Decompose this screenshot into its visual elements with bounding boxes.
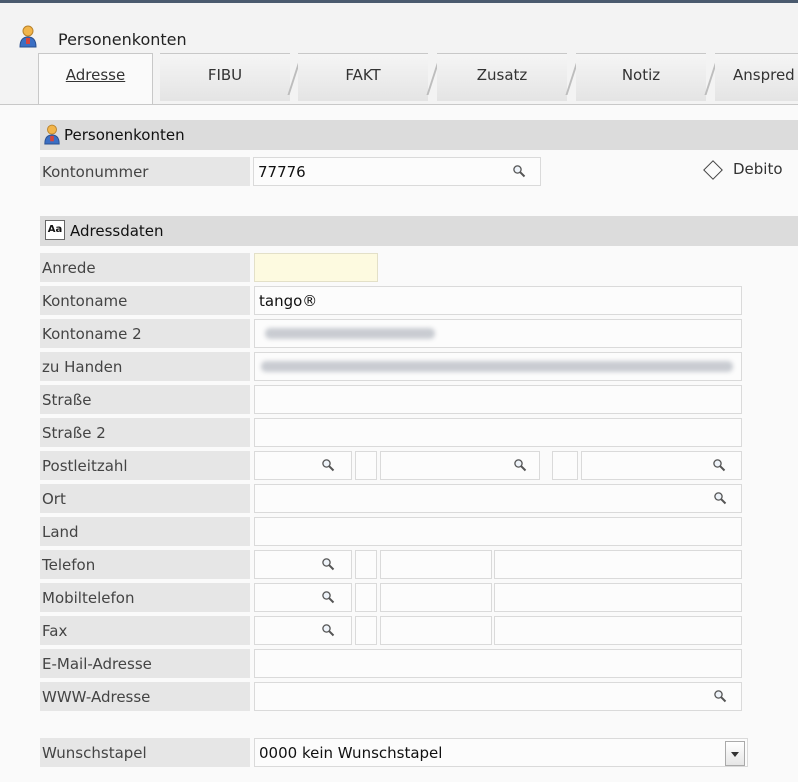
label-wunschstapel: Wunschstapel [40,738,250,767]
label-email: E-Mail-Adresse [40,649,250,678]
postleitzahl-field[interactable] [254,451,352,480]
label-telefon: Telefon [40,550,250,579]
tab-ansprechpartner[interactable]: Anspred [715,53,798,101]
search-icon[interactable] [713,689,727,703]
tab-zusatz[interactable]: Zusatz [437,53,567,101]
search-icon[interactable] [713,491,727,505]
ort-field[interactable] [254,484,742,513]
postleitzahl-field-3[interactable] [581,451,742,480]
telefon-number-field[interactable] [494,550,742,579]
fax-number-field[interactable] [494,616,742,645]
label-kontoname-2: Kontoname 2 [40,319,250,348]
dropdown-button[interactable] [725,741,745,766]
tab-notiz[interactable]: Notiz [576,53,706,101]
label-strasse: Straße [40,385,250,414]
section-header-adressdaten: Aa Adressdaten [40,216,798,246]
title-bar: Personenkonten [0,3,798,49]
telefon-country-field[interactable] [254,550,352,579]
tab-adresse[interactable]: Adresse [38,53,153,105]
diamond-icon[interactable] [703,160,723,180]
anrede-field[interactable] [254,253,378,282]
postleitzahl-extra-field-2[interactable] [552,451,578,480]
mobiltelefon-area-field[interactable] [380,583,492,612]
search-icon[interactable] [321,458,335,472]
strasse-2-field[interactable] [254,418,742,447]
label-zu-handen: zu Handen [40,352,250,381]
telefon-area-field[interactable] [380,550,492,579]
search-icon[interactable] [712,458,726,472]
www-field[interactable] [254,682,742,711]
tab-fibu[interactable]: FIBU [160,53,290,101]
mobiltelefon-country-field[interactable] [254,583,352,612]
fax-country-field[interactable] [254,616,352,645]
person-icon [18,25,38,49]
search-icon[interactable] [321,557,335,571]
email-field[interactable] [254,649,742,678]
kontoname-field[interactable]: tango® [254,286,742,315]
mobiltelefon-number-field[interactable] [494,583,742,612]
strasse-field[interactable] [254,385,742,414]
label-land: Land [40,517,250,546]
label-strasse-2: Straße 2 [40,418,250,447]
redacted-text [261,361,733,372]
text-icon: Aa [45,220,65,240]
wunschstapel-select[interactable]: 0000 kein Wunschstapel [254,738,748,767]
window-title: Personenkonten [58,30,187,49]
label-fax: Fax [40,616,250,645]
tab-fakt[interactable]: FAKT [298,53,428,101]
search-icon[interactable] [321,623,335,637]
section-header-personenkonten: Personenkonten [40,120,798,150]
zu-handen-field[interactable] [254,352,742,381]
label-anrede: Anrede [40,253,250,282]
label-kontoname: Kontoname [40,286,250,315]
tab-bar: Adresse FIBU FAKT Zusatz Notiz Anspred [0,53,798,105]
kontonummer-field[interactable]: 77776 [253,157,541,186]
label-postleitzahl: Postleitzahl [40,451,250,480]
postleitzahl-extra-field[interactable] [355,451,377,480]
fax-spacer [355,616,377,645]
label-www: WWW-Adresse [40,682,250,711]
label-ort: Ort [40,484,250,513]
search-icon[interactable] [321,590,335,604]
telefon-spacer [355,550,377,579]
label-kontonummer: Kontonummer [40,157,250,186]
search-icon[interactable] [512,164,526,178]
postleitzahl-field-2[interactable] [380,451,540,480]
form-panel: Personenkonten Kontonummer 77776 Debito … [0,105,798,782]
debitor-label[interactable]: Debito [733,160,783,178]
person-icon [43,124,61,146]
mobiltelefon-spacer [355,583,377,612]
kontoname-2-field[interactable] [254,319,742,348]
land-field[interactable] [254,517,742,546]
redacted-text [265,328,435,339]
fax-area-field[interactable] [380,616,492,645]
label-mobiltelefon: Mobiltelefon [40,583,250,612]
search-icon[interactable] [513,458,527,472]
chevron-down-icon [731,752,739,757]
